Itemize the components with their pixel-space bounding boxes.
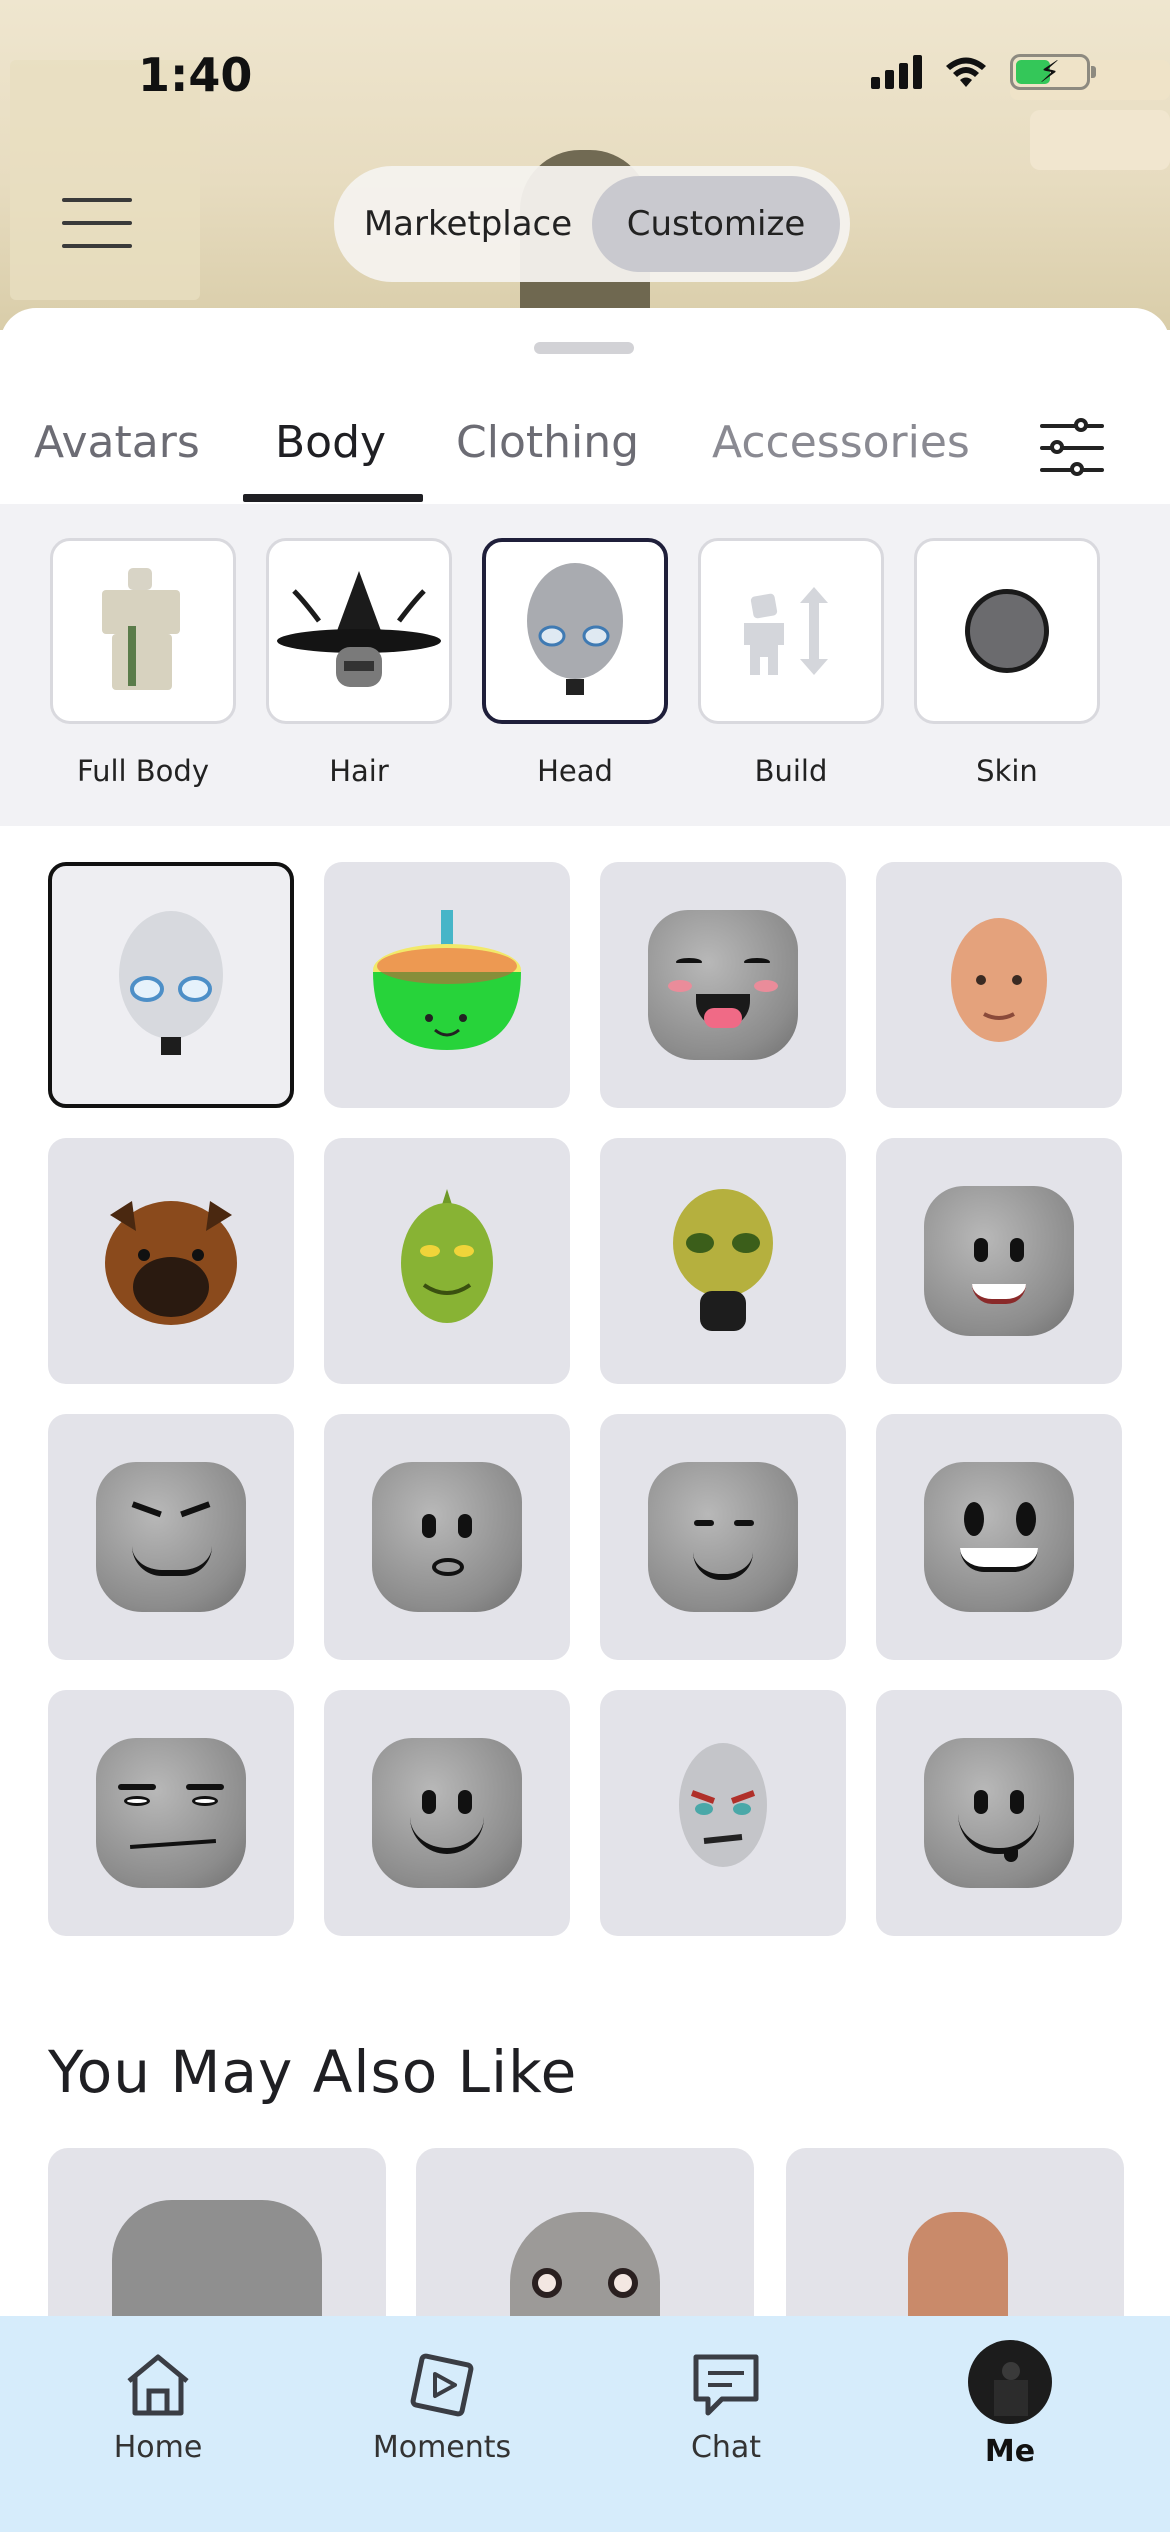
home-icon [123,2350,193,2420]
tab-avatars[interactable]: Avatars [34,408,200,508]
item-tongue-smile-head[interactable] [876,1690,1122,1936]
subcategory-label: Skin [976,754,1038,788]
item-grinch-head[interactable] [324,1138,570,1384]
segment-customize[interactable]: Customize [592,176,840,272]
item-silver-alien-head[interactable] [48,862,294,1108]
moments-icon [407,2350,477,2420]
sheet-grabber[interactable] [534,342,634,354]
nav-label: Me [984,2434,1036,2469]
avatar-icon [968,2340,1052,2424]
menu-button[interactable] [62,198,132,248]
item-gas-mask-alien-head[interactable] [600,1138,846,1384]
nav-moments[interactable]: Moments [352,2350,532,2465]
subcategory-hair[interactable]: Hair [266,538,452,788]
filter-sliders-icon[interactable] [1040,418,1104,478]
item-big-eyes-grin-head[interactable] [876,1414,1122,1660]
item-birthday-cake-head[interactable] [324,862,570,1108]
status-time: 1:40 [138,48,253,102]
mode-segmented-control: Marketplace Customize [334,166,850,282]
subcategory-label: Hair [329,754,389,788]
full-body-thumbnail [50,538,236,724]
nav-chat[interactable]: Chat [636,2350,816,2465]
subcategory-label: Head [537,754,613,788]
nav-label: Moments [372,2430,512,2465]
witch-hat-hair-thumbnail [266,538,452,724]
tab-clothing[interactable]: Clothing [456,408,639,508]
item-blushing-smile-head[interactable] [600,862,846,1108]
build-icon [698,538,884,724]
item-surprised-head[interactable] [324,1414,570,1660]
subcategory-build[interactable]: Build [698,538,884,788]
item-man-face-head[interactable] [48,1690,294,1936]
bottom-navigation: Home Moments Chat Me [0,2316,1170,2532]
chat-icon [691,2350,761,2420]
battery-icon: ⚡ [1010,54,1096,90]
item-happy-smile-head[interactable] [876,1138,1122,1384]
skin-swatch-icon [914,538,1100,724]
subcategory-head[interactable]: Head [482,538,668,788]
head-thumbnail [482,538,668,724]
category-tabs: Avatars Body Clothing Accessories [0,408,1170,508]
subcategory-label: Build [754,754,828,788]
active-tab-indicator [243,494,423,502]
nav-me[interactable]: Me [920,2340,1100,2469]
tab-body[interactable]: Body [275,408,386,508]
subcategory-full-body[interactable]: Full Body [50,538,236,788]
item-content-smile-head[interactable] [600,1414,846,1660]
nav-home[interactable]: Home [68,2350,248,2465]
item-bulldog-head[interactable] [48,1138,294,1384]
subcategory-label: Full Body [76,754,209,788]
segment-marketplace[interactable]: Marketplace [344,176,592,272]
item-angry-villain-head[interactable] [600,1690,846,1936]
wifi-icon [946,57,986,87]
item-classic-smile-head[interactable] [324,1690,570,1936]
nav-label: Chat [690,2430,762,2465]
subcategory-strip: Full Body Hair Head Build Skin [0,504,1170,826]
section-title: You May Also Like [48,2038,578,2106]
item-evil-grin-head[interactable] [48,1414,294,1660]
cellular-signal-icon [871,55,922,89]
nav-label: Home [113,2430,203,2465]
item-bald-man-head[interactable] [876,862,1122,1108]
tab-accessories[interactable]: Accessories [712,408,970,508]
subcategory-skin[interactable]: Skin [914,538,1100,788]
status-icons: ⚡ [871,54,1096,90]
